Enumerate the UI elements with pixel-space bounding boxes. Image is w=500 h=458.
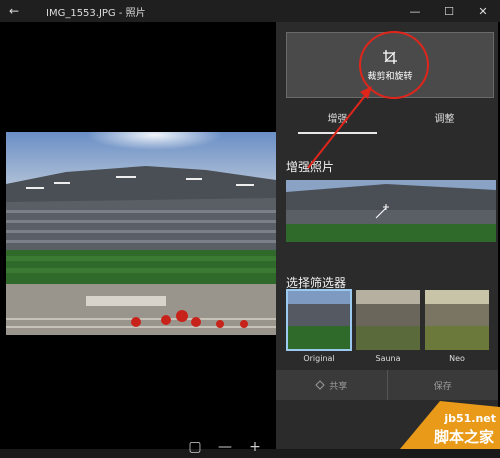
filter-thumbnail [425, 290, 489, 350]
filter-list: Original Sauna Neo [286, 289, 496, 368]
filter-neo[interactable]: Neo [424, 290, 490, 368]
edit-panel: 裁剪和旋转 增强 调整 增强照片 选择筛选器 Original Sauna Ne… [276, 22, 498, 449]
minimize-icon[interactable]: — [398, 0, 432, 22]
watermark: jb51.net 脚本之家 [380, 399, 500, 449]
zoom-controls: ▢ — + [180, 436, 270, 458]
watermark-url: jb51.net [444, 412, 496, 425]
maximize-icon[interactable]: ☐ [432, 0, 466, 22]
photo-viewer: ▢ — + [0, 22, 276, 455]
filters-title: 选择筛选器 [286, 276, 347, 290]
filter-label: Neo [449, 354, 465, 363]
filter-label: Sauna [375, 354, 401, 363]
enhance-title: 增强照片 [286, 160, 335, 174]
filter-label: Original [303, 354, 335, 363]
photos-app-window: ← IMG_1553.JPG - 照片 — ☐ ✕ ▢ — + 裁剪和旋转 增强… [0, 0, 500, 455]
title-bar: ← IMG_1553.JPG - 照片 — ☐ ✕ [0, 0, 500, 22]
zoom-in-icon[interactable]: + [240, 436, 270, 458]
stadium-photo [6, 132, 276, 335]
window-controls: — ☐ ✕ [398, 0, 500, 22]
share-button[interactable]: 共享 [276, 370, 387, 400]
save-label: 保存 [433, 381, 452, 392]
window-title: IMG_1553.JPG - 照片 [46, 7, 146, 19]
back-arrow-icon[interactable]: ← [0, 0, 28, 22]
bottom-action-bar: 共享 保存 [276, 370, 498, 400]
tab-adjust[interactable]: 调整 [391, 110, 498, 136]
highlight-circle [359, 31, 429, 99]
filter-sauna[interactable]: Sauna [355, 290, 421, 368]
filter-thumbnail [356, 290, 420, 350]
fit-to-screen-icon[interactable]: ▢ [180, 436, 210, 458]
filter-thumbnail [286, 289, 352, 351]
edit-tabs: 增强 调整 [284, 110, 498, 136]
crop-rotate-button[interactable]: 裁剪和旋转 [286, 31, 494, 99]
enhance-photo-thumbnail[interactable] [286, 180, 496, 242]
save-button[interactable]: 保存 [388, 370, 499, 400]
share-icon [315, 380, 325, 390]
filter-original[interactable]: Original [286, 289, 352, 368]
tab-enhance[interactable]: 增强 [284, 110, 391, 136]
watermark-text: 脚本之家 [433, 428, 494, 446]
close-icon[interactable]: ✕ [466, 0, 500, 22]
zoom-out-icon[interactable]: — [210, 436, 240, 458]
share-label: 共享 [329, 381, 348, 392]
